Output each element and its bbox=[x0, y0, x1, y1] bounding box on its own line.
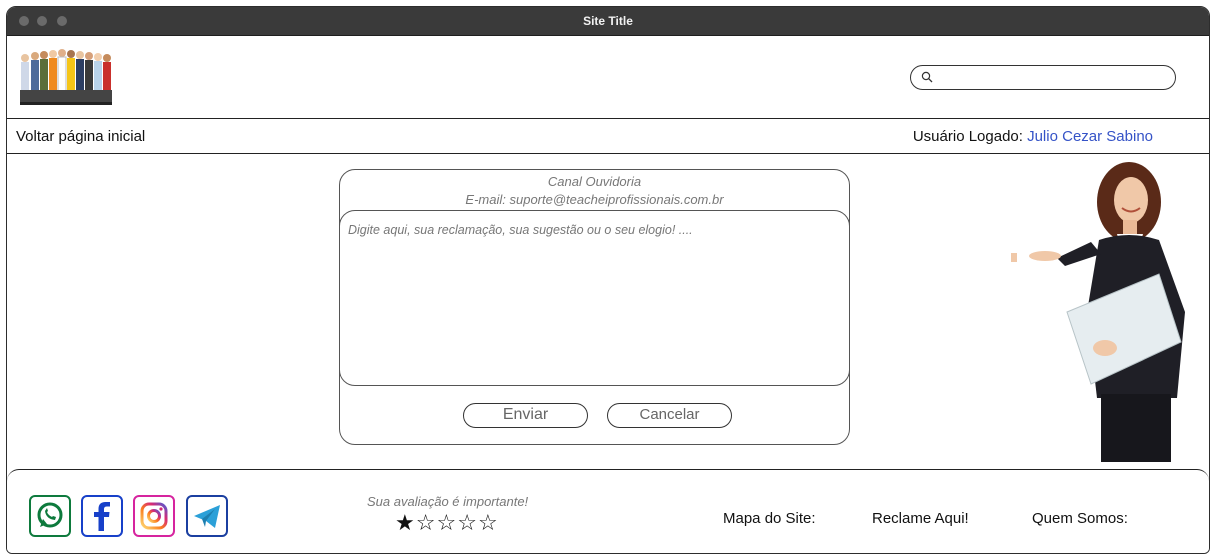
browser-window: Site Title Voltar página inicial Usuário… bbox=[6, 6, 1210, 554]
home-link[interactable]: Voltar página inicial bbox=[16, 128, 145, 145]
site-header bbox=[7, 36, 1209, 119]
logged-user-label: Usuário Logado: bbox=[912, 128, 1023, 145]
assistant-woman-illustration bbox=[1011, 162, 1185, 462]
logged-user-name[interactable]: Julio Cezar Sabino bbox=[1027, 128, 1153, 145]
star-1-icon[interactable]: ★ bbox=[395, 510, 416, 535]
panel-title: Canal Ouvidoria bbox=[547, 174, 642, 189]
search-icon bbox=[921, 71, 933, 83]
instagram-icon bbox=[140, 502, 168, 530]
cancel-button[interactable]: Cancelar bbox=[607, 403, 732, 428]
search-box[interactable] bbox=[910, 65, 1176, 90]
footer-link-reclame-aqui[interactable]: Reclame Aqui! bbox=[872, 510, 969, 527]
star-3-icon[interactable]: ☆ bbox=[436, 510, 457, 535]
whatsapp-button[interactable] bbox=[29, 495, 71, 537]
message-textarea[interactable] bbox=[346, 221, 840, 375]
ouvidoria-panel: Canal Ouvidoria E-mail: suporte@teacheip… bbox=[339, 169, 850, 445]
footer-link-sitemap[interactable]: Mapa do Site: bbox=[723, 510, 816, 527]
rating-stars[interactable]: ★☆☆☆☆ bbox=[395, 510, 499, 536]
support-email: E-mail: suporte@teacheiprofissionais.com… bbox=[465, 192, 724, 207]
rating-label: Sua avaliação é importante! bbox=[367, 494, 529, 509]
site-footer: Sua avaliação é importante! ★☆☆☆☆ Mapa d… bbox=[7, 469, 1209, 553]
telegram-button[interactable] bbox=[186, 495, 228, 537]
nav-bar: Voltar página inicial Usuário Logado: Ju… bbox=[7, 119, 1209, 154]
telegram-icon bbox=[194, 505, 220, 528]
search-input[interactable] bbox=[939, 69, 1171, 88]
whatsapp-icon bbox=[37, 502, 63, 528]
facebook-button[interactable] bbox=[81, 495, 123, 537]
professionals-logo-icon[interactable] bbox=[17, 46, 117, 110]
star-5-icon[interactable]: ☆ bbox=[478, 510, 499, 535]
window-title: Site Title bbox=[583, 14, 633, 28]
message-box bbox=[339, 210, 850, 386]
send-button[interactable]: Enviar bbox=[463, 403, 588, 428]
facebook-icon bbox=[94, 502, 110, 531]
star-4-icon[interactable]: ☆ bbox=[457, 510, 478, 535]
title-bar: Site Title bbox=[7, 7, 1209, 36]
logged-user: Usuário Logado: Julio Cezar Sabino bbox=[913, 128, 1153, 145]
star-2-icon[interactable]: ☆ bbox=[416, 510, 437, 535]
instagram-button[interactable] bbox=[133, 495, 175, 537]
footer-link-about[interactable]: Quem Somos: bbox=[1032, 510, 1128, 527]
